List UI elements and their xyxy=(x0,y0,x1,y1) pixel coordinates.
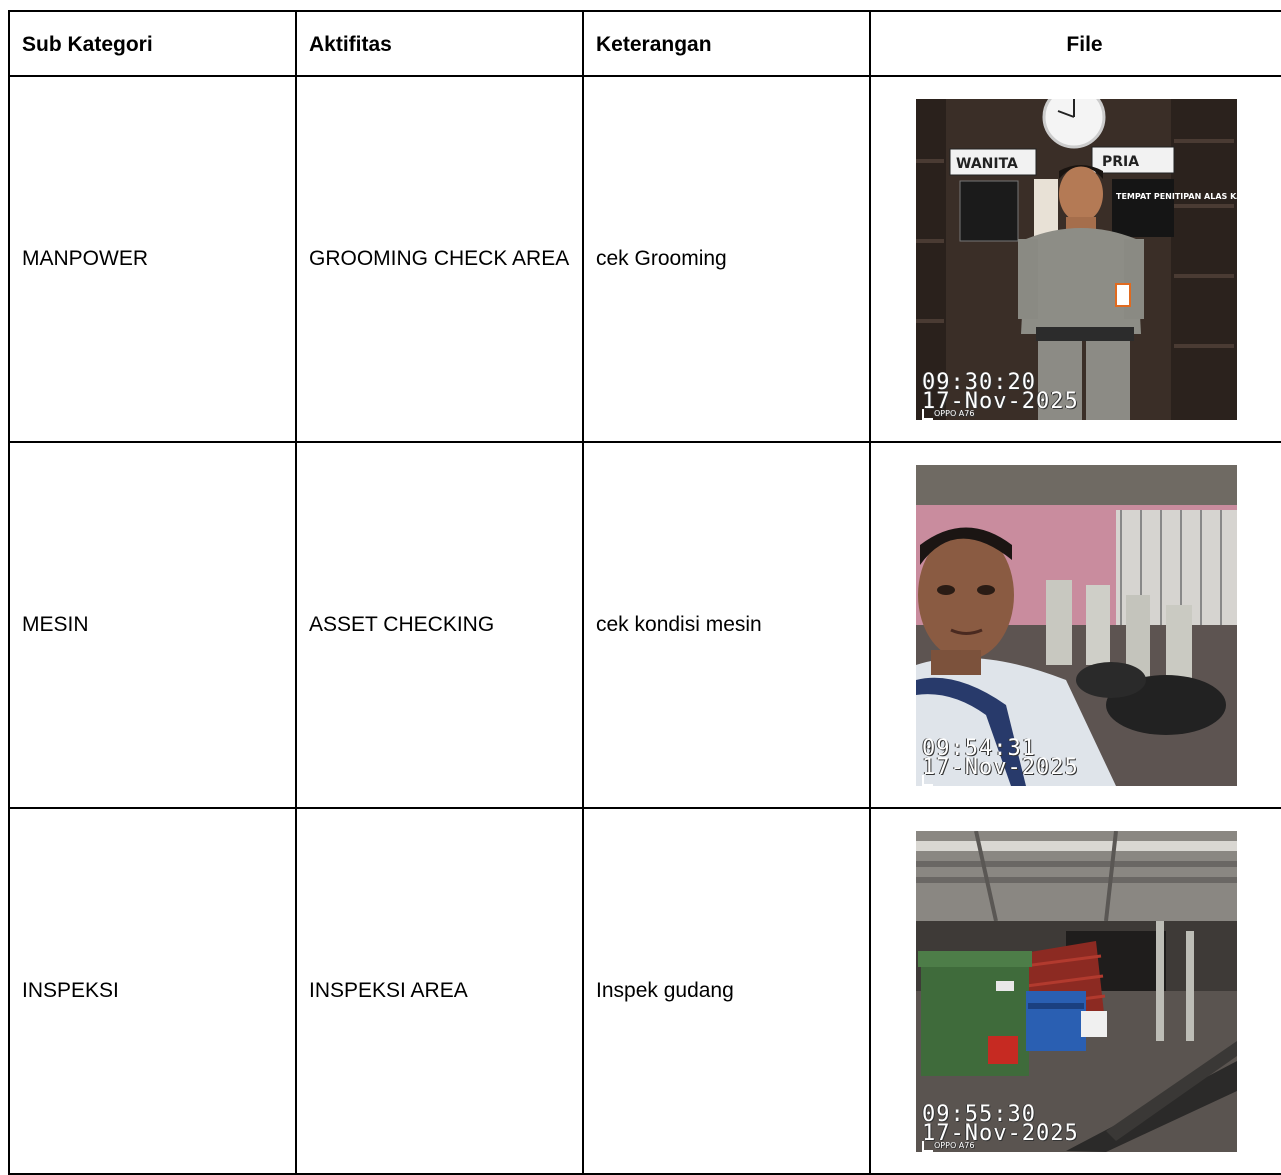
cell-keterangan: Inspek gudang xyxy=(582,807,871,1175)
table-row: MESIN ASSET CHECKING cek kondisi mesin 0… xyxy=(8,441,1281,809)
photo-brand: OPPO A76 xyxy=(934,408,975,418)
photo-date: 17-Nov-2025 xyxy=(922,754,1079,780)
photo-warehouse[interactable]: 09:55:30 17-Nov-2025 OPPO A76 xyxy=(916,830,1237,1152)
header-sub-kategori: Sub Kategori xyxy=(8,10,297,77)
photo-timestamp: 09:54:31 17-Nov-2025 xyxy=(922,737,1079,786)
photo-brand: OPPO A76 xyxy=(934,1140,975,1150)
header-file: File xyxy=(869,10,1281,77)
photo-timestamp: 09:30:20 17-Nov-2025 OPPO A76 xyxy=(922,371,1079,420)
cell-file: WANITA PRIA TEMPAT PENITIPAN ALAS KAKI xyxy=(869,75,1281,443)
cell-aktifitas: ASSET CHECKING xyxy=(295,441,584,809)
activity-report-table: Sub Kategori Aktifitas Keterangan File M… xyxy=(8,10,1281,1175)
photo-grooming[interactable]: WANITA PRIA TEMPAT PENITIPAN ALAS KAKI xyxy=(916,98,1237,420)
sign-pria: PRIA xyxy=(1102,154,1139,170)
photo-date: 17-Nov-2025 xyxy=(922,388,1079,414)
table-row: MANPOWER GROOMING CHECK AREA cek Groomin… xyxy=(8,75,1281,443)
table-header-row: Sub Kategori Aktifitas Keterangan File xyxy=(8,10,1281,77)
cell-aktifitas: INSPEKSI AREA xyxy=(295,807,584,1175)
notice-text: TEMPAT PENITIPAN ALAS KAKI xyxy=(1116,192,1237,201)
table-row: INSPEKSI INSPEKSI AREA Inspek gudang 09:… xyxy=(8,807,1281,1175)
photo-machine[interactable]: 09:54:31 17-Nov-2025 xyxy=(916,464,1237,786)
cell-sub-kategori: INSPEKSI xyxy=(8,807,297,1175)
cell-sub-kategori: MESIN xyxy=(8,441,297,809)
header-keterangan: Keterangan xyxy=(582,10,871,77)
cell-keterangan: cek Grooming xyxy=(582,75,871,443)
photo-timestamp: 09:55:30 17-Nov-2025 OPPO A76 xyxy=(922,1103,1079,1152)
cell-aktifitas: GROOMING CHECK AREA xyxy=(295,75,584,443)
cell-file: 09:54:31 17-Nov-2025 xyxy=(869,441,1281,809)
cell-file: 09:55:30 17-Nov-2025 OPPO A76 xyxy=(869,807,1281,1175)
cell-sub-kategori: MANPOWER xyxy=(8,75,297,443)
cell-keterangan: cek kondisi mesin xyxy=(582,441,871,809)
watermark-corner-icon xyxy=(922,774,933,786)
watermark-corner-icon xyxy=(922,1140,933,1152)
header-aktifitas: Aktifitas xyxy=(295,10,584,77)
photo-date: 17-Nov-2025 xyxy=(922,1120,1079,1146)
watermark-corner-icon xyxy=(922,408,933,420)
sign-wanita: WANITA xyxy=(956,156,1018,172)
